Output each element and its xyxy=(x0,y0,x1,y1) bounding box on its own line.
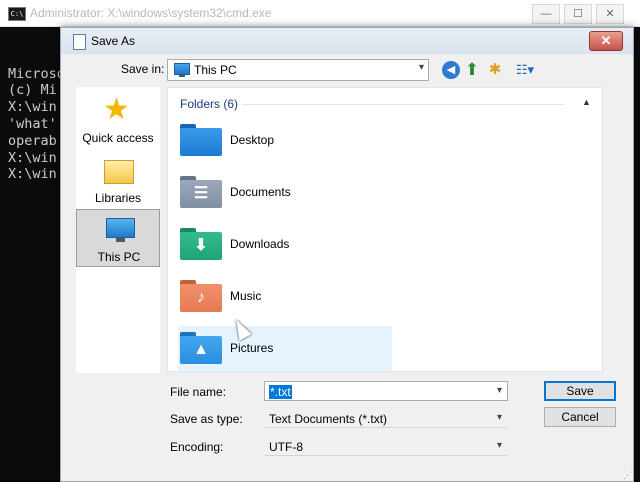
save-as-type-value: Text Documents (*.txt) xyxy=(269,412,388,426)
encoding-value: UTF-8 xyxy=(269,440,303,454)
chevron-down-icon[interactable]: ▾ xyxy=(497,385,502,396)
music-folder-icon: ♪ xyxy=(180,280,222,312)
console-line: (c) Mi xyxy=(8,82,57,99)
desktop-folder-icon xyxy=(180,124,222,156)
console-minimize-button[interactable]: — xyxy=(532,4,560,24)
documents-folder-icon: ☰ xyxy=(180,176,222,208)
console-line: X:\win xyxy=(8,149,57,166)
file-name-label: File name: xyxy=(170,385,227,399)
save-in-value: This PC xyxy=(194,63,237,77)
chevron-down-icon: ▾ xyxy=(418,62,424,73)
cancel-button[interactable]: Cancel xyxy=(544,407,616,427)
resize-grip[interactable]: ⋰ xyxy=(623,470,632,481)
folder-item-downloads[interactable]: ⬇ Downloads xyxy=(178,222,392,268)
console-icon: C:\ xyxy=(8,7,26,21)
downloads-folder-icon: ⬇ xyxy=(180,228,222,260)
group-header[interactable]: Folders (6) xyxy=(180,97,238,111)
console-line: operab xyxy=(8,132,57,149)
console-title: Administrator: X:\windows\system32\cmd.e… xyxy=(30,6,272,20)
folder-name: Pictures xyxy=(230,341,274,355)
encoding-dropdown[interactable]: UTF-8 ▾ xyxy=(264,436,508,456)
console-titlebar[interactable]: C:\ Administrator: X:\windows\system32\c… xyxy=(0,0,640,27)
console-line: 'what' xyxy=(8,115,57,132)
file-name-value: *.txt xyxy=(269,385,292,399)
console-close-button[interactable]: ✕ xyxy=(596,4,624,24)
folder-name: Downloads xyxy=(230,237,290,251)
console-line: X:\win xyxy=(8,99,57,116)
folder-item-pictures[interactable]: ▲ Pictures xyxy=(178,326,392,371)
console-output: Microso (c) Mi X:\win'what' operab X:\win X:\… xyxy=(8,32,65,217)
place-libraries[interactable]: Libraries xyxy=(76,151,160,209)
encoding-label: Encoding: xyxy=(170,440,224,454)
console-line: X:\win xyxy=(8,166,57,183)
folder-name: Desktop xyxy=(230,133,275,147)
star-icon: ★ xyxy=(103,93,130,126)
save-as-type-dropdown[interactable]: Text Documents (*.txt) ▾ xyxy=(264,408,508,428)
collapse-icon[interactable]: ▲ xyxy=(582,97,591,107)
chevron-down-icon: ▾ xyxy=(496,440,502,451)
place-quick-access[interactable]: ★ Quick access xyxy=(76,91,160,149)
place-label: This PC xyxy=(97,250,141,264)
save-in-label: Save in: xyxy=(121,62,165,76)
view-menu-button[interactable]: ☷▾ xyxy=(512,61,538,79)
folder-item-music[interactable]: ♪ Music xyxy=(178,274,392,320)
pictures-folder-icon: ▲ xyxy=(180,332,222,364)
save-as-dialog: Save As ✕ Save in: This PC ▾ ◀ ⬆ ✱ ☷▾ ★ … xyxy=(60,27,634,482)
up-folder-button[interactable]: ⬆ xyxy=(463,61,481,79)
console-line: Microso xyxy=(8,65,65,82)
console-maximize-button[interactable]: ☐ xyxy=(564,4,592,24)
this-pc-icon xyxy=(106,218,135,242)
close-button[interactable]: ✕ xyxy=(589,31,623,51)
save-as-type-label: Save as type: xyxy=(170,412,243,426)
place-label: Quick access xyxy=(82,131,154,145)
document-icon xyxy=(73,34,86,50)
place-this-pc[interactable]: This PC xyxy=(76,209,160,267)
back-button[interactable]: ◀ xyxy=(442,61,460,79)
chevron-down-icon: ▾ xyxy=(496,412,502,423)
save-button[interactable]: Save xyxy=(544,381,616,401)
dialog-titlebar[interactable]: Save As ✕ xyxy=(61,28,633,54)
save-in-dropdown[interactable]: This PC ▾ xyxy=(167,59,429,81)
places-bar: ★ Quick access Libraries This PC xyxy=(76,87,160,373)
folder-name: Music xyxy=(230,289,262,303)
libraries-icon xyxy=(104,160,134,184)
dialog-title: Save As xyxy=(91,34,136,48)
this-pc-icon xyxy=(174,63,190,77)
file-name-input[interactable]: *.txt ▾ xyxy=(264,381,508,401)
group-divider xyxy=(242,104,564,105)
folder-item-desktop[interactable]: Desktop xyxy=(178,118,392,164)
place-label: Libraries xyxy=(94,191,142,205)
folder-name: Documents xyxy=(230,185,291,199)
new-folder-button[interactable]: ✱ xyxy=(486,61,504,79)
folder-item-documents[interactable]: ☰ Documents xyxy=(178,170,392,216)
